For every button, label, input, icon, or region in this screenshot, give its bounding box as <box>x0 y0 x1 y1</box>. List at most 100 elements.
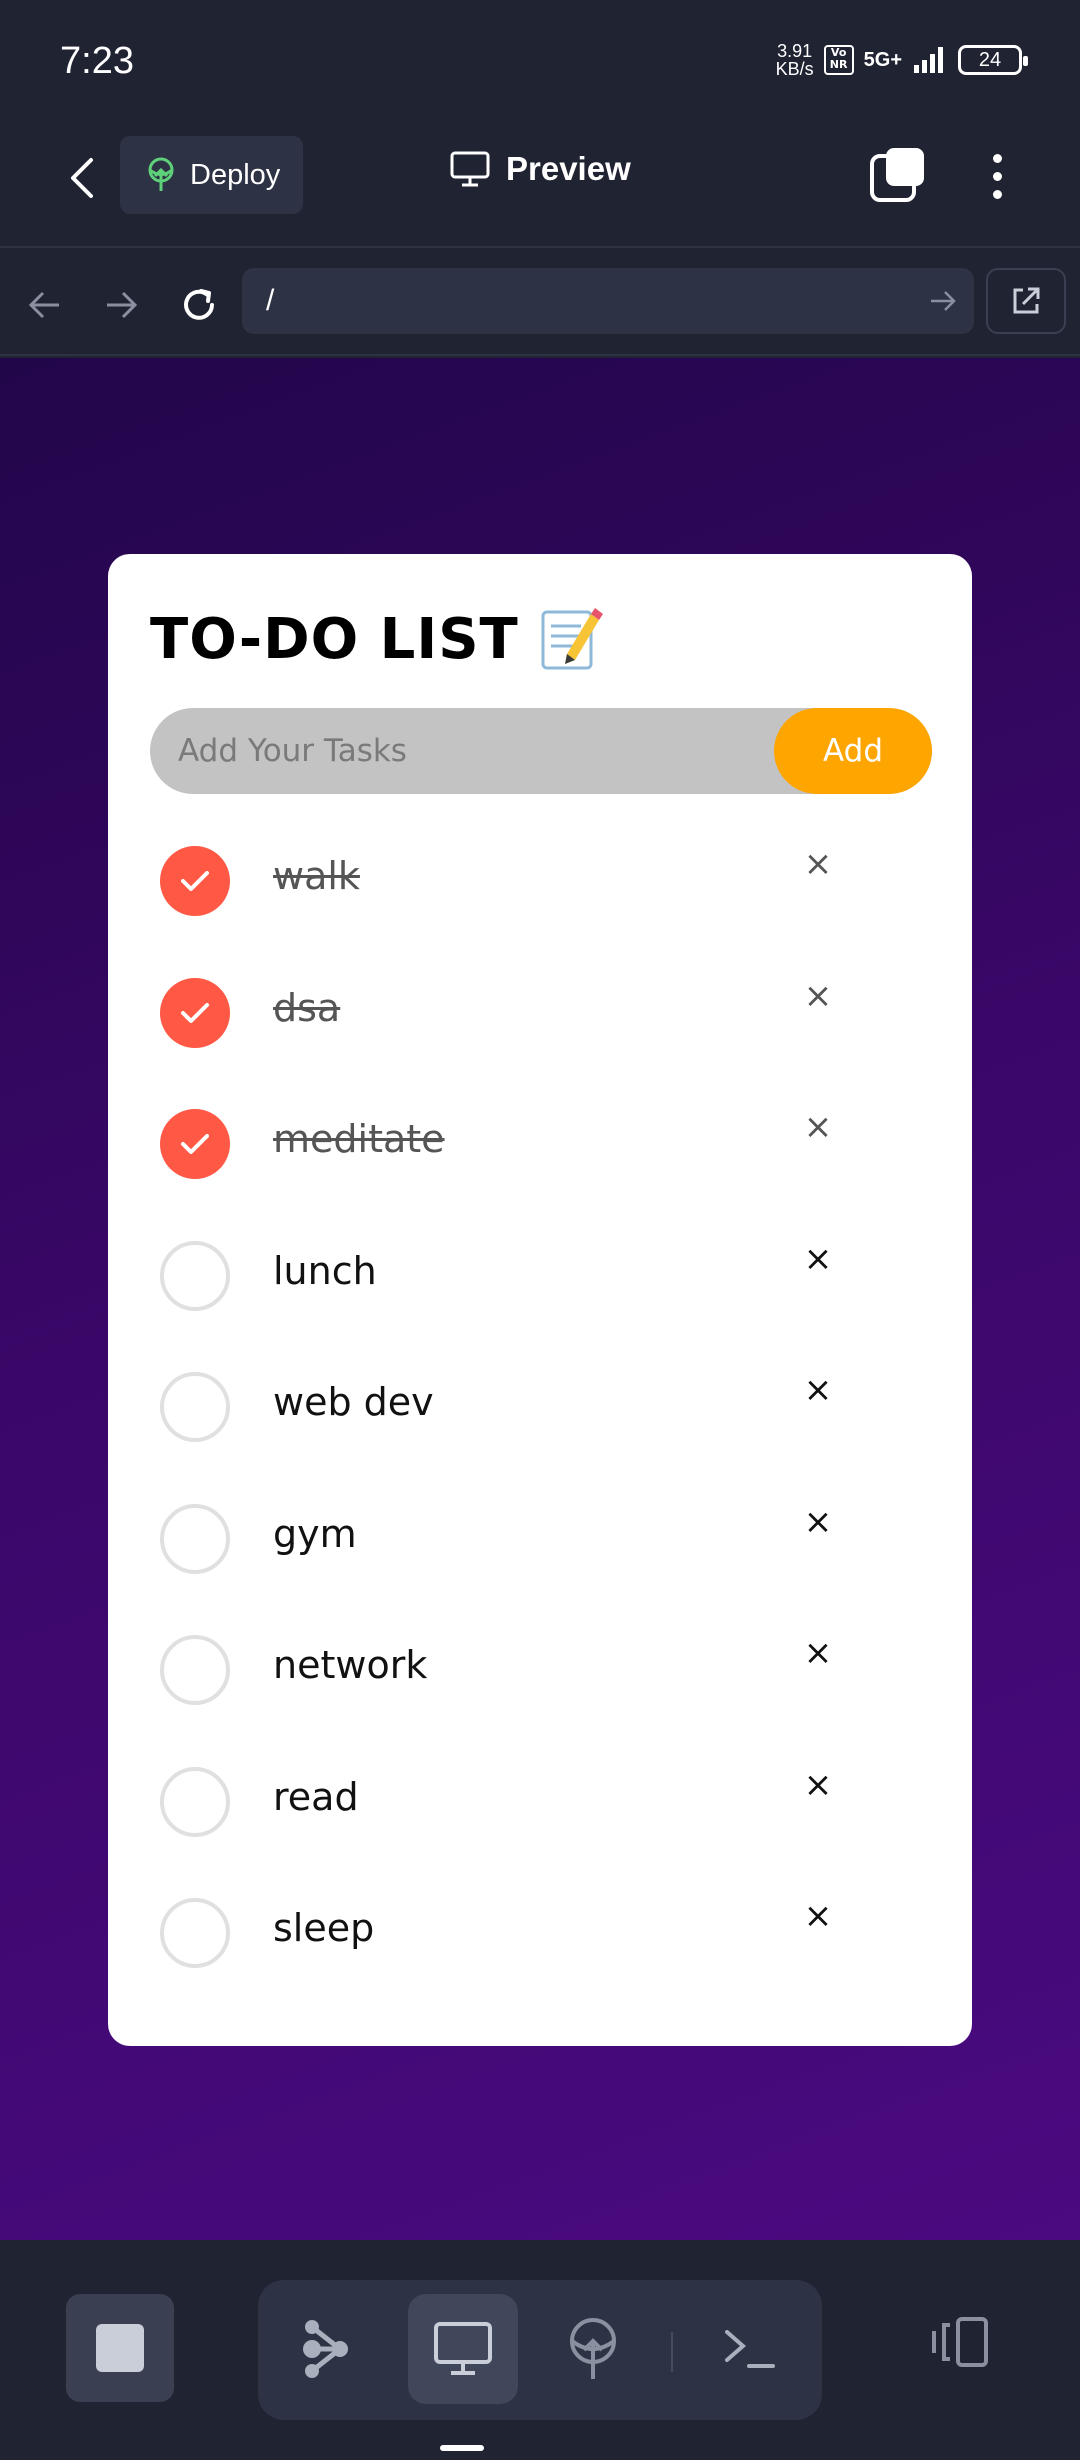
checkmark-icon <box>181 871 209 891</box>
tabs-button[interactable] <box>868 146 928 206</box>
device-view-button[interactable] <box>920 2302 1000 2382</box>
deploy-label: Deploy <box>190 158 281 191</box>
unchecked-checkbox[interactable] <box>160 1240 230 1311</box>
unchecked-checkbox[interactable] <box>160 1898 230 1968</box>
delete-task-icon[interactable]: × <box>798 844 838 884</box>
browser-bar <box>0 250 1080 356</box>
unchecked-checkbox[interactable] <box>160 1766 230 1837</box>
preview-tool-button[interactable] <box>408 2294 518 2404</box>
chevron-left-icon <box>71 158 93 198</box>
preview-area: TO-DO LIST Add walk×dsa×meditate×lunch×w… <box>0 358 1080 2240</box>
home-indicator <box>440 2445 484 2451</box>
workflow-button[interactable] <box>270 2294 380 2404</box>
more-options-button[interactable] <box>972 146 1022 206</box>
external-link-icon <box>1013 287 1040 314</box>
task-label: gym <box>273 1511 357 1556</box>
battery-icon: 24 <box>958 45 1028 75</box>
todo-title-text: TO-DO LIST <box>150 606 519 672</box>
browser-back-button[interactable] <box>20 280 70 330</box>
task-label: walk <box>273 854 360 898</box>
signal-icon <box>914 47 943 73</box>
status-icons: 3.91 KB/s Vo NR 5G+ 24 <box>776 42 1028 78</box>
task-label: read <box>273 1774 359 1819</box>
url-field[interactable] <box>242 268 974 334</box>
checkmark-icon <box>181 1134 209 1154</box>
page-title: Preview <box>450 150 631 188</box>
more-dot-icon <box>992 189 1002 199</box>
delete-task-icon[interactable]: × <box>798 1896 838 1936</box>
task-item[interactable]: dsa × <box>108 956 972 1088</box>
task-item[interactable]: meditate × <box>108 1087 972 1219</box>
task-item[interactable]: lunch × <box>108 1219 972 1351</box>
terminal-icon <box>725 2330 775 2368</box>
task-input-row: Add <box>150 708 932 794</box>
open-external-button[interactable] <box>986 268 1066 334</box>
go-arrow-icon[interactable] <box>928 286 958 316</box>
page-title-text: Preview <box>506 150 631 187</box>
status-time: 7:23 <box>60 40 134 82</box>
task-label: web dev <box>273 1380 434 1424</box>
task-input[interactable] <box>178 708 758 794</box>
unchecked-checkbox[interactable] <box>160 1635 230 1705</box>
reload-button[interactable] <box>174 280 224 330</box>
memo-pencil-icon <box>541 608 603 670</box>
more-dot-icon <box>992 153 1002 163</box>
workflow-icon <box>303 2320 348 2378</box>
delete-task-icon[interactable]: × <box>798 1502 838 1542</box>
task-item[interactable]: network × <box>108 1613 972 1745</box>
deploy-tool-button[interactable] <box>538 2294 648 2404</box>
stop-button[interactable] <box>66 2294 174 2402</box>
task-label: dsa <box>273 985 341 1030</box>
device-icon <box>932 2317 988 2367</box>
reload-icon <box>184 289 214 320</box>
deploy-icon <box>570 2318 616 2379</box>
delete-task-icon[interactable]: × <box>798 976 838 1016</box>
more-dot-icon <box>992 171 1002 181</box>
task-label: network <box>273 1643 428 1687</box>
deploy-button[interactable]: Deploy <box>120 136 303 214</box>
unchecked-checkbox[interactable] <box>160 1503 230 1574</box>
task-item[interactable]: walk × <box>108 824 972 956</box>
url-input[interactable] <box>266 284 886 318</box>
checked-checkbox[interactable] <box>160 846 230 916</box>
status-bar: 7:23 3.91 KB/s Vo NR 5G+ 24 <box>0 0 1080 120</box>
terminal-button[interactable] <box>694 2294 804 2404</box>
delete-task-icon[interactable]: × <box>798 1370 838 1410</box>
network-speed-unit: KB/s <box>775 59 814 79</box>
tool-group <box>258 2280 822 2420</box>
task-label: meditate <box>273 1117 445 1161</box>
task-label: lunch <box>273 1248 377 1293</box>
stop-icon <box>96 2324 144 2372</box>
task-item[interactable]: sleep × <box>108 1876 972 2008</box>
network-type: 5G+ <box>863 48 902 71</box>
volte-icon: Vo NR <box>823 45 854 75</box>
deploy-icon <box>148 157 174 191</box>
task-item[interactable]: read × <box>108 1745 972 1877</box>
unchecked-checkbox[interactable] <box>160 1372 230 1442</box>
todo-card: TO-DO LIST Add walk×dsa×meditate×lunch×w… <box>108 554 972 2046</box>
checked-checkbox[interactable] <box>160 1109 230 1179</box>
checkmark-icon <box>181 1002 209 1023</box>
tabs-icon <box>870 148 924 202</box>
add-task-button[interactable]: Add <box>774 708 932 794</box>
network-speed: 3.91 KB/s <box>776 42 814 78</box>
delete-task-icon[interactable]: × <box>798 1765 838 1805</box>
task-label: sleep <box>273 1906 375 1950</box>
arrow-left-icon <box>28 291 59 319</box>
checked-checkbox[interactable] <box>160 977 230 1048</box>
delete-task-icon[interactable]: × <box>798 1107 838 1147</box>
task-list: walk × dsa × meditate × lunch × web dev × gym × netw… <box>108 824 972 2008</box>
preview-icon <box>434 2322 492 2375</box>
delete-task-icon[interactable]: × <box>798 1239 838 1279</box>
back-button[interactable] <box>54 150 110 206</box>
browser-forward-button[interactable] <box>96 280 146 330</box>
toolbar-divider <box>671 2332 673 2372</box>
task-item[interactable]: gym × <box>108 1482 972 1614</box>
monitor-icon <box>450 151 490 187</box>
app-bar: Deploy Preview <box>0 120 1080 248</box>
todo-title: TO-DO LIST <box>150 606 603 672</box>
delete-task-icon[interactable]: × <box>798 1633 838 1673</box>
network-speed-value: 3.91 <box>777 41 813 61</box>
task-item[interactable]: web dev × <box>108 1350 972 1482</box>
arrow-right-icon <box>107 291 138 319</box>
